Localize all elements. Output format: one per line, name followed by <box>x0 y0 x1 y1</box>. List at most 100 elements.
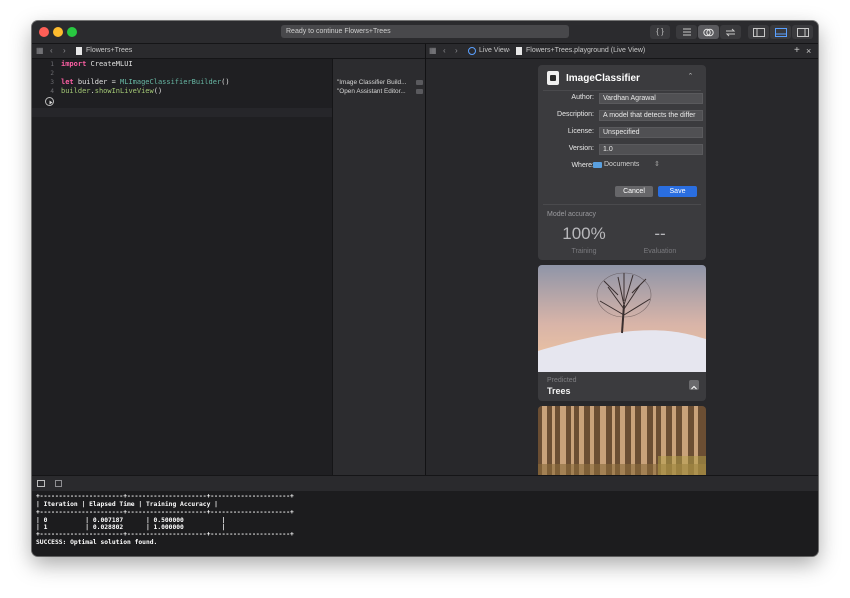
console-separator: +----------------------+----------------… <box>36 509 294 516</box>
hide-debug-area-icon[interactable] <box>37 480 45 487</box>
breadcrumb-live-view[interactable]: Live View <box>479 44 509 58</box>
right-jump-bar: ▦ ‹ › Live View › Flowers+Trees.playgrou… <box>426 44 818 59</box>
left-jump-bar: ▦ ‹ › Flowers+Trees <box>32 44 425 59</box>
version-editor-button[interactable] <box>720 25 741 39</box>
close-editor-icon[interactable]: × <box>806 44 811 58</box>
results-sidebar: "Image Classifier Build... "Open Assista… <box>332 59 426 475</box>
evaluation-label: Evaluation <box>643 248 677 255</box>
run-button[interactable] <box>45 97 54 106</box>
license-field[interactable]: Unspecified <box>599 127 703 138</box>
model-accuracy-label: Model accuracy <box>547 211 597 218</box>
debug-bar <box>32 475 818 492</box>
where-label: Where: <box>571 162 594 169</box>
arrows-icon <box>725 28 736 36</box>
code-editor[interactable]: 1 2 3 4 import CreateMLUI let builder = … <box>32 59 332 475</box>
training-accuracy-value: 100% <box>562 224 606 243</box>
folder-icon <box>593 162 602 168</box>
code-line-3: let builder = MLImageClassifierBuilder() <box>61 78 230 87</box>
xcode-window: Ready to continue Flowers+Trees { } ▦ ‹ … <box>32 21 818 556</box>
code-text: CreateMLUI <box>86 60 133 68</box>
title-bar: Ready to continue Flowers+Trees { } <box>32 21 818 44</box>
code-text: () <box>221 78 230 86</box>
breadcrumb-file[interactable]: Flowers+Trees <box>86 44 132 58</box>
where-popup[interactable]: Documents ⇕ <box>593 160 663 172</box>
live-view-pane: ImageClassifier ˆ Author: Vardhan Agrawa… <box>426 59 818 475</box>
line-number: 4 <box>50 88 54 95</box>
prediction-card: Predicted Trees <box>538 265 706 401</box>
classifier-title: ImageClassifier <box>566 73 640 84</box>
live-view-icon <box>468 47 476 55</box>
evaluation-accuracy-value: -- <box>654 224 666 243</box>
line-gutter: 1 2 3 4 <box>32 59 56 475</box>
inspector-toggle-button[interactable] <box>792 25 813 39</box>
expand-button[interactable] <box>689 380 699 390</box>
tree-snow-image <box>538 265 706 372</box>
current-line-highlight <box>32 108 332 117</box>
grid-icon[interactable]: ▦ <box>36 44 44 58</box>
breadcrumb-playground[interactable]: Flowers+Trees.playground (Live View) <box>526 44 645 58</box>
version-label: Version: <box>568 145 594 152</box>
activity-status: Ready to continue Flowers+Trees <box>281 25 569 38</box>
bottom-panel-icon <box>774 27 787 37</box>
stop-icon[interactable] <box>55 480 62 487</box>
author-field[interactable]: Vardhan Agrawal <box>599 93 703 104</box>
forward-arrow-icon[interactable]: › <box>455 44 458 58</box>
code-text: () <box>153 87 163 95</box>
assistant-editor-button[interactable] <box>698 25 719 39</box>
library-button[interactable]: { } <box>650 25 670 39</box>
code-line-4: builder.showInLiveView() <box>61 87 162 96</box>
version-field[interactable]: 1.0 <box>599 144 703 155</box>
result-line-4: "Open Assistant Editor... <box>337 88 406 95</box>
quick-look-button[interactable] <box>416 89 423 94</box>
collapse-chevron-icon[interactable]: ˆ <box>689 72 692 82</box>
result-line-3: "Image Classifier Build... <box>337 79 407 86</box>
quick-look-button[interactable] <box>416 80 423 85</box>
description-field[interactable]: A model that detects the differ <box>599 110 703 121</box>
lines-icon <box>682 28 691 36</box>
license-label: License: <box>567 128 594 135</box>
model-file-icon <box>547 71 559 85</box>
console-separator: +----------------------+----------------… <box>36 493 294 500</box>
console-header: | Iteration | Elapsed Time | Training Ac… <box>36 501 218 508</box>
minimize-window-button[interactable] <box>53 27 63 37</box>
standard-editor-button[interactable] <box>676 25 697 39</box>
zoom-window-button[interactable] <box>67 27 77 37</box>
separator <box>543 90 701 91</box>
separator <box>543 204 701 205</box>
author-label: Author: <box>571 94 594 101</box>
keyword: import <box>61 60 87 68</box>
description-label: Description: <box>557 111 594 118</box>
line-number: 2 <box>50 70 54 77</box>
code-line-1: import CreateMLUI <box>61 60 133 69</box>
line-number: 1 <box>50 61 54 68</box>
predicted-caption: Predicted <box>547 377 577 384</box>
forward-arrow-icon[interactable]: › <box>63 44 66 58</box>
identifier: builder <box>61 87 91 95</box>
close-window-button[interactable] <box>39 27 49 37</box>
left-panel-icon <box>752 27 765 37</box>
back-arrow-icon[interactable]: ‹ <box>50 44 53 58</box>
file-icon <box>76 47 82 55</box>
add-editor-icon[interactable]: + <box>794 44 800 58</box>
training-label: Training <box>571 248 597 255</box>
image-classifier-card: ImageClassifier ˆ Author: Vardhan Agrawa… <box>538 65 706 260</box>
save-button[interactable]: Save <box>658 186 697 197</box>
where-value: Documents <box>604 161 640 168</box>
keyword: let <box>61 78 74 86</box>
console-separator: +----------------------+----------------… <box>36 531 294 538</box>
forest-image <box>538 406 706 475</box>
file-icon <box>516 47 522 55</box>
type-name: MLImageClassifierBuilder <box>120 78 222 86</box>
venn-circles-icon <box>703 28 714 36</box>
chevron-up-icon <box>691 385 697 390</box>
right-panel-icon <box>796 27 809 37</box>
predicted-value: Trees <box>547 386 571 396</box>
navigator-toggle-button[interactable] <box>748 25 769 39</box>
back-arrow-icon[interactable]: ‹ <box>443 44 446 58</box>
play-icon <box>49 100 52 104</box>
popup-arrows-icon: ⇕ <box>654 161 660 168</box>
cancel-button[interactable]: Cancel <box>615 186 653 197</box>
console-output[interactable]: +----------------------+----------------… <box>32 491 818 556</box>
grid-icon[interactable]: ▦ <box>429 44 437 58</box>
debug-toggle-button[interactable] <box>770 25 791 39</box>
